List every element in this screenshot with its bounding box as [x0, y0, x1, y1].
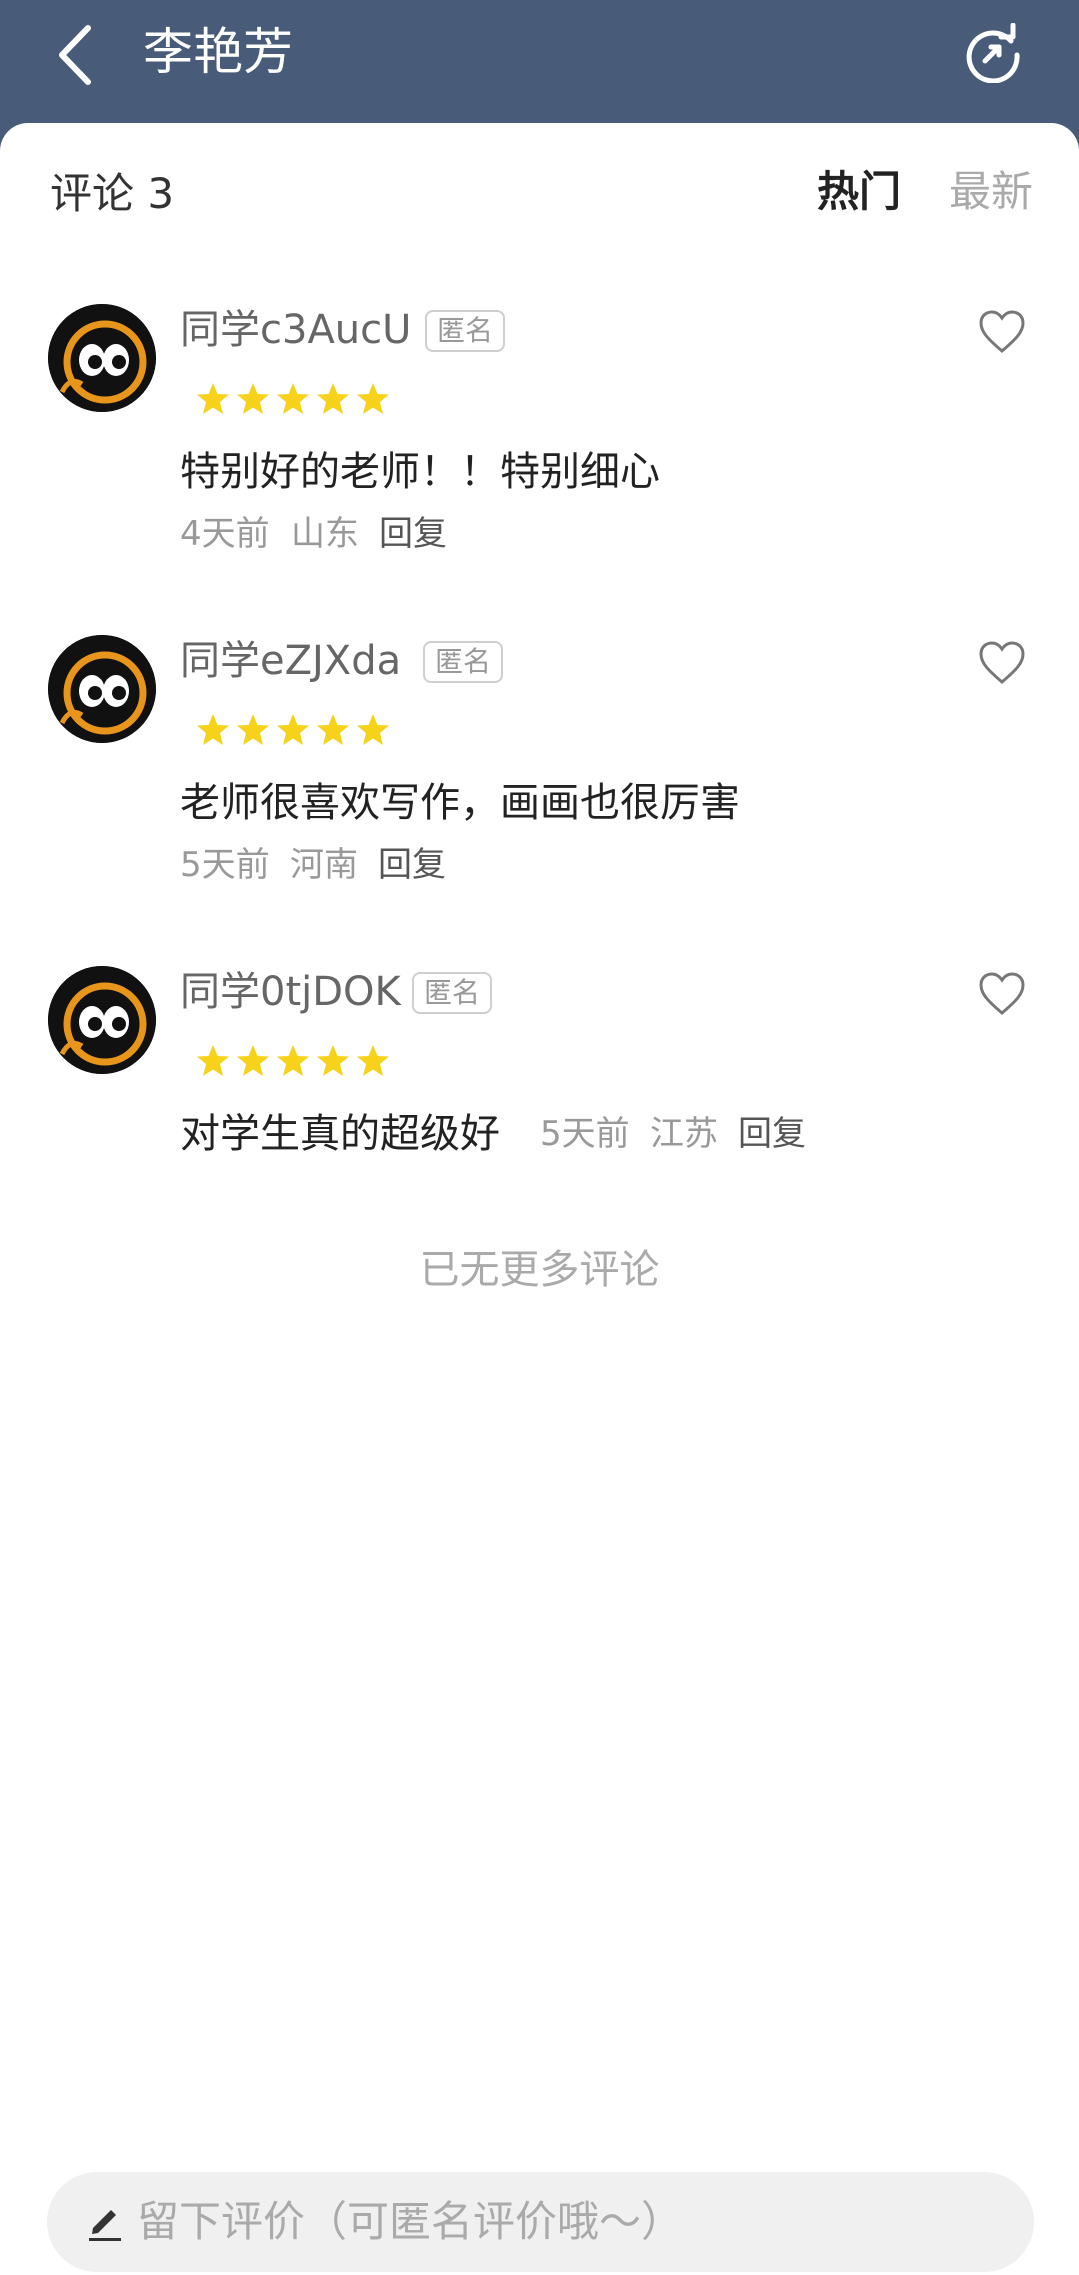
- heart-icon: [979, 310, 1025, 353]
- comment-time: 5天前: [540, 1114, 630, 1154]
- avatar[interactable]: [48, 966, 156, 1074]
- heart-icon: [979, 972, 1025, 1015]
- comment-text: 老师很喜欢写作，画画也很厉害: [180, 780, 740, 826]
- comment-time: 5天前: [180, 845, 270, 885]
- like-button[interactable]: [978, 971, 1026, 1017]
- comment-location: 江苏: [650, 1114, 718, 1154]
- comment-text: 对学生真的超级好: [180, 1111, 500, 1157]
- tab-hot[interactable]: 热门: [817, 165, 901, 219]
- like-button[interactable]: [978, 309, 1026, 355]
- avatar-mascot-icon: [48, 635, 156, 743]
- refresh-icon: [966, 22, 1020, 84]
- reply-button[interactable]: 回复: [378, 843, 446, 887]
- avatar-mascot-icon: [48, 304, 156, 412]
- star-icon: [197, 714, 229, 745]
- star-rating: [195, 382, 395, 418]
- star-rating: [195, 713, 395, 749]
- heart-icon: [979, 641, 1025, 684]
- star-icon: [237, 714, 269, 745]
- star-icon: [317, 714, 349, 745]
- anonymous-badge: 匿名: [423, 641, 504, 683]
- comment-item: 同学c3AucU 匿名 特别好的老师！！特别细心 4天前 山东 回复: [0, 304, 1079, 604]
- tab-latest[interactable]: 最新: [949, 165, 1033, 219]
- star-icon: [357, 383, 389, 414]
- username[interactable]: 同学0tjDOK: [180, 966, 401, 1018]
- star-icon: [277, 1045, 309, 1076]
- comment-item: 同学eZJXda 匿名 老师很喜欢写作，画画也很厉害 5天前 河南 回复: [0, 635, 1079, 935]
- star-icon: [277, 383, 309, 414]
- refresh-button[interactable]: [963, 22, 1023, 84]
- comment-item: 同学0tjDOK 匿名 对学生真的超级好 5天前 江苏 回复: [0, 966, 1079, 1266]
- comment-count: 评论 3: [50, 169, 175, 218]
- star-icon: [357, 714, 389, 745]
- comment-location: 河南: [290, 845, 358, 885]
- star-rating: [195, 1044, 395, 1080]
- comment-input-placeholder: 留下评价（可匿名评价哦～）: [137, 2197, 684, 2246]
- star-icon: [237, 1045, 269, 1076]
- comment-time: 4天前: [180, 514, 270, 554]
- username[interactable]: 同学eZJXda: [180, 635, 401, 687]
- star-icon: [277, 714, 309, 745]
- star-icon: [197, 1045, 229, 1076]
- star-icon: [197, 383, 229, 414]
- no-more-comments: 已无更多评论: [419, 1247, 660, 1293]
- like-button[interactable]: [978, 640, 1026, 686]
- star-icon: [357, 1045, 389, 1076]
- page-title: 李艳芳: [143, 23, 293, 81]
- reply-button[interactable]: 回复: [738, 1112, 806, 1156]
- username[interactable]: 同学c3AucU: [180, 304, 411, 356]
- anonymous-badge: 匿名: [425, 310, 506, 352]
- avatar[interactable]: [48, 635, 156, 743]
- avatar-mascot-icon: [48, 966, 156, 1074]
- comment-location: 山东: [291, 514, 359, 554]
- comment-input[interactable]: 留下评价（可匿名评价哦～）: [47, 2172, 1034, 2272]
- comment-text: 特别好的老师！！特别细心: [180, 449, 660, 495]
- reply-button[interactable]: 回复: [379, 512, 447, 556]
- back-button[interactable]: [50, 20, 110, 90]
- avatar[interactable]: [48, 304, 156, 412]
- anonymous-badge: 匿名: [412, 972, 493, 1014]
- star-icon: [317, 1045, 349, 1076]
- chevron-left-icon: [59, 25, 91, 85]
- star-icon: [317, 383, 349, 414]
- pencil-icon: [89, 2210, 121, 2241]
- star-icon: [237, 383, 269, 414]
